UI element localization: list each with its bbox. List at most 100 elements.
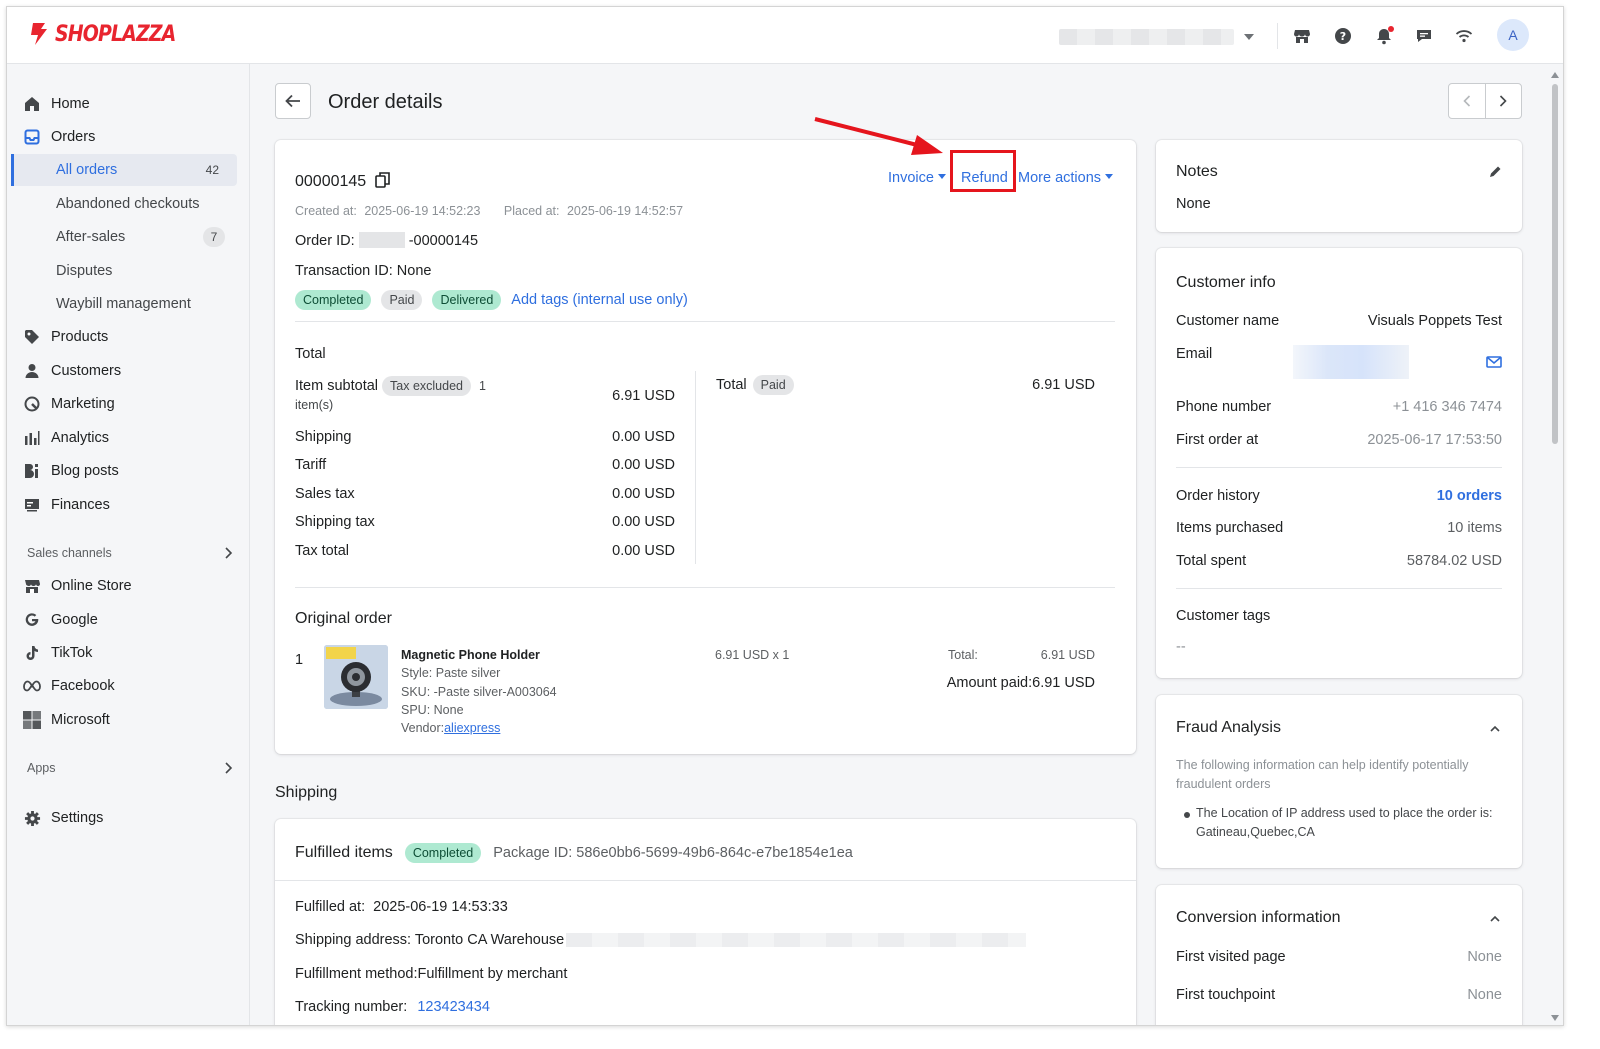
annotation-arrow-icon xyxy=(814,117,943,155)
tracking-number-link[interactable]: 123423434 xyxy=(417,999,490,1015)
sidebar-subitem-all-orders[interactable]: All orders 42 xyxy=(11,154,237,186)
sidebar-item-label: Facebook xyxy=(51,678,115,694)
sidebar-subitem-abandoned-checkouts[interactable]: Abandoned checkouts xyxy=(11,188,237,220)
product-thumbnail[interactable] xyxy=(324,645,388,709)
line-total-label: Total: xyxy=(948,648,978,662)
product-name[interactable]: Magnetic Phone Holder xyxy=(401,648,540,662)
sidebar-item-label: Online Store xyxy=(51,578,132,594)
sales-channels-section[interactable]: Sales channels xyxy=(27,546,233,560)
invoice-dropdown[interactable]: Invoice xyxy=(888,170,946,186)
scroll-up-arrow-icon[interactable] xyxy=(1551,72,1559,78)
bullet xyxy=(1184,812,1190,818)
sidebar-item-settings[interactable]: Settings xyxy=(23,803,237,833)
next-order-button[interactable] xyxy=(1486,84,1522,118)
sidebar-item-label: Customers xyxy=(51,363,122,379)
placed-at: 2025-06-19 14:52:57 xyxy=(566,204,684,218)
copy-icon[interactable] xyxy=(374,172,390,188)
sidebar-item-products[interactable]: Products xyxy=(23,322,237,352)
created-label: Created at: xyxy=(295,204,357,218)
pencil-icon[interactable] xyxy=(1488,165,1502,179)
sidebar-item-label: Products xyxy=(51,329,109,345)
chevron-down-icon xyxy=(1244,34,1254,40)
meta-icon xyxy=(23,677,41,695)
bell-icon[interactable] xyxy=(1373,25,1395,47)
section-label: Apps xyxy=(27,761,56,775)
scroll-down-arrow-icon[interactable] xyxy=(1551,1015,1559,1021)
svg-text:?: ? xyxy=(1340,30,1346,43)
count-badge: 42 xyxy=(205,163,219,177)
add-tags-link[interactable]: Add tags (internal use only) xyxy=(511,292,688,308)
sidebar-subitem-after-sales[interactable]: After-sales 7 xyxy=(11,221,237,253)
store-selector[interactable] xyxy=(1059,27,1259,47)
sidebar-item-label: Microsoft xyxy=(51,712,110,728)
customer-tags-label: Customer tags xyxy=(1176,608,1271,624)
sidebar-item-marketing[interactable]: Marketing xyxy=(23,389,237,419)
price-quantity: 6.91 USD x 1 xyxy=(715,648,790,662)
order-number-text: 00000145 xyxy=(295,173,367,190)
vendor-link[interactable]: aliexpress xyxy=(444,721,500,735)
items-purchased-value: 10 items xyxy=(1447,520,1502,536)
wifi-icon[interactable] xyxy=(1453,25,1475,47)
sidebar-item-label: Finances xyxy=(51,497,110,513)
sidebar-item-blog-posts[interactable]: Blog posts xyxy=(23,456,237,486)
sidebar-item-tiktok[interactable]: TikTok xyxy=(23,638,237,668)
created-at: 2025-06-19 14:52:23 xyxy=(364,204,481,218)
customer-name[interactable]: Visuals Poppets Test xyxy=(1306,313,1502,329)
store-icon[interactable] xyxy=(1291,25,1313,47)
chevron-up-icon[interactable] xyxy=(1490,915,1500,922)
tariff-label: Tariff xyxy=(295,457,327,473)
customer-info-card: Customer info Customer name Visuals Popp… xyxy=(1156,248,1522,678)
item-subtotal-row: Item subtotal Tax excluded 1 xyxy=(295,376,486,396)
bar-chart-icon xyxy=(23,429,41,447)
sidebar-item-online-store[interactable]: Online Store xyxy=(23,571,237,601)
more-actions-dropdown[interactable]: More actions xyxy=(1018,170,1114,186)
sidebar-item-label: Marketing xyxy=(51,396,115,412)
previous-order-button[interactable] xyxy=(1449,84,1486,118)
scrollbar-thumb[interactable] xyxy=(1552,84,1558,444)
sidebar-subitem-label: All orders xyxy=(56,162,118,178)
avatar[interactable]: A xyxy=(1497,19,1529,51)
chat-icon[interactable] xyxy=(1413,25,1435,47)
back-button[interactable] xyxy=(275,83,311,119)
orders-icon xyxy=(23,128,41,146)
phone-value: +1 416 346 7474 xyxy=(1392,399,1502,415)
customer-tags-value: -- xyxy=(1176,639,1186,655)
tag-icon xyxy=(23,328,41,346)
sidebar-item-orders[interactable]: Orders xyxy=(23,122,237,152)
placed-label: Placed at: xyxy=(503,204,560,218)
chevron-right-icon xyxy=(225,762,233,774)
brand-logo[interactable]: SHOPLAZZA xyxy=(27,21,195,47)
home-icon xyxy=(23,95,41,113)
fulfilled-at-value: 2025-06-19 14:53:33 xyxy=(373,899,508,915)
sidebar-item-home[interactable]: Home xyxy=(23,89,237,119)
shipping-heading: Shipping xyxy=(275,784,338,801)
line-item-index: 1 xyxy=(295,652,304,668)
sidebar-item-google[interactable]: Google xyxy=(23,605,237,635)
count-badge: 7 xyxy=(203,227,225,247)
transaction-id: Transaction ID: None xyxy=(295,263,432,279)
grand-total-value: 6.91 USD xyxy=(1032,377,1095,393)
chevron-up-icon[interactable] xyxy=(1490,725,1500,732)
sidebar-subitem-disputes[interactable]: Disputes xyxy=(11,255,237,287)
customer-name-label: Customer name xyxy=(1176,313,1280,329)
mail-icon[interactable] xyxy=(1486,356,1502,368)
invoice-label: Invoice xyxy=(888,170,934,186)
order-id: Order ID: -00000145 xyxy=(295,232,478,249)
vertical-divider xyxy=(695,371,696,564)
scrollbar[interactable] xyxy=(1548,64,1563,1025)
person-icon xyxy=(23,362,41,380)
help-icon[interactable]: ? xyxy=(1332,25,1354,47)
sidebar-subitem-waybill[interactable]: Waybill management xyxy=(11,288,237,320)
sidebar-item-finances[interactable]: Finances xyxy=(23,490,237,520)
apps-section[interactable]: Apps xyxy=(27,761,233,775)
shipping-tax-value: 0.00 USD xyxy=(612,514,675,530)
sidebar-item-microsoft[interactable]: Microsoft xyxy=(23,705,237,735)
sidebar-item-facebook[interactable]: Facebook xyxy=(23,671,237,701)
sales-tax-label: Sales tax xyxy=(295,486,355,502)
caret-down-icon xyxy=(1105,174,1114,179)
sidebar-item-analytics[interactable]: Analytics xyxy=(23,423,237,453)
items-purchased-label: Items purchased xyxy=(1176,520,1284,536)
sidebar-item-customers[interactable]: Customers xyxy=(23,356,237,386)
order-history-link[interactable]: 10 orders xyxy=(1306,488,1502,504)
customer-info-title: Customer info xyxy=(1176,274,1276,291)
